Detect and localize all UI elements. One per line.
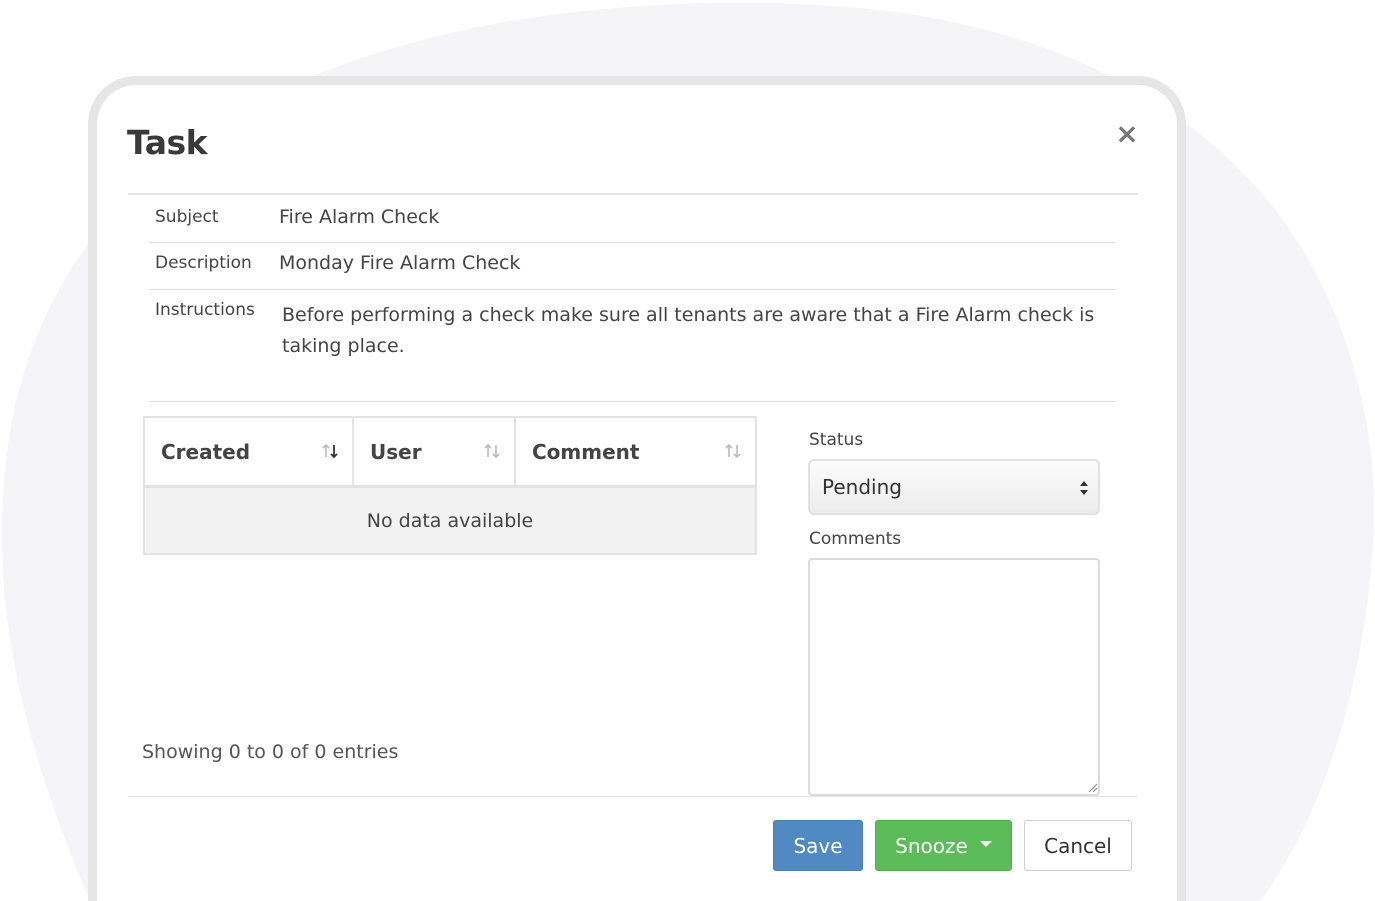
table-header: Created User Comment	[145, 418, 755, 488]
status-selected-value: Pending	[822, 475, 902, 499]
description-label: Description	[155, 253, 252, 273]
instructions-label: Instructions	[155, 300, 255, 320]
column-header-created[interactable]: Created	[145, 418, 354, 485]
snooze-button-label: Snooze	[895, 833, 968, 858]
instructions-value: Before performing a check make sure all …	[282, 304, 1095, 357]
subject-value: Fire Alarm Check	[279, 206, 440, 228]
resize-grip-icon[interactable]	[1086, 781, 1098, 793]
subject-row: Subject Fire Alarm Check	[149, 198, 1116, 243]
table-entries-info: Showing 0 to 0 of 0 entries	[142, 741, 399, 763]
cancel-button[interactable]: Cancel	[1024, 820, 1132, 871]
status-label: Status	[809, 430, 864, 450]
comments-history-table: Created User Comment No data available	[143, 416, 757, 555]
close-icon[interactable]: ×	[1115, 120, 1139, 148]
sort-desc-icon	[322, 443, 338, 459]
column-header-user[interactable]: User	[354, 418, 516, 485]
column-label-comment: Comment	[532, 439, 640, 464]
column-header-comment[interactable]: Comment	[516, 418, 755, 485]
task-modal: Task × Subject Fire Alarm Check Descript…	[88, 76, 1186, 901]
column-label-created: Created	[161, 439, 251, 464]
cancel-button-label: Cancel	[1044, 833, 1112, 858]
save-button-label: Save	[793, 833, 843, 858]
footer-divider	[128, 796, 1138, 797]
comments-label: Comments	[809, 529, 902, 549]
column-label-user: User	[370, 439, 422, 464]
description-value: Monday Fire Alarm Check	[279, 252, 521, 274]
select-arrows-icon	[1080, 481, 1088, 495]
snooze-dropdown-button[interactable]: Snooze	[875, 820, 1012, 871]
table-empty-row: No data available	[145, 488, 755, 553]
sort-both-icon	[725, 443, 741, 459]
caret-down-icon	[979, 840, 992, 847]
instructions-row: Instructions Before performing a check m…	[149, 290, 1116, 402]
subject-label: Subject	[155, 207, 219, 227]
comments-textarea[interactable]	[808, 558, 1100, 796]
status-select[interactable]: Pending	[808, 459, 1100, 515]
modal-title: Task	[127, 123, 208, 162]
header-divider	[128, 193, 1138, 195]
sort-both-icon	[484, 443, 500, 459]
save-button[interactable]: Save	[773, 820, 863, 871]
description-row: Description Monday Fire Alarm Check	[149, 243, 1116, 290]
